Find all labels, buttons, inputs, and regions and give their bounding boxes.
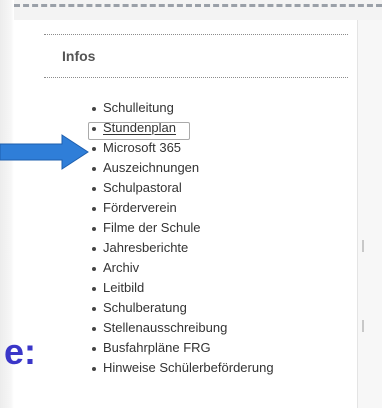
list-item-leitbild[interactable]: Leitbild (92, 278, 348, 298)
link-label[interactable]: Schulberatung (103, 300, 187, 315)
link-label[interactable]: Förderverein (103, 200, 177, 215)
link-label[interactable]: Busfahrpläne FRG (103, 340, 211, 355)
bullet-icon (92, 347, 96, 351)
list-item-schulpastoral[interactable]: Schulpastoral (92, 178, 348, 198)
bullet-icon (92, 307, 96, 311)
link-label[interactable]: Filme der Schule (103, 220, 201, 235)
list-item-schulleitung[interactable]: Schulleitung (92, 98, 348, 118)
annotation-partial-text: e: (4, 331, 37, 372)
link-label[interactable]: Hinweise Schülerbeförderung (103, 360, 274, 375)
link-label[interactable]: Leitbild (103, 280, 144, 295)
infos-widget: Infos Schulleitung Stundenplan Microsoft… (44, 20, 348, 408)
list-item-jahresberichte[interactable]: Jahresberichte (92, 238, 348, 258)
link-label[interactable]: Schulpastoral (103, 180, 182, 195)
bullet-icon (92, 287, 96, 291)
link-label[interactable]: Auszeichnungen (103, 160, 199, 175)
widget-title-divider (44, 77, 348, 78)
widget-title: Infos (62, 48, 96, 64)
right-edge-panel (357, 20, 382, 408)
link-label[interactable]: Stellenausschreibung (103, 320, 227, 335)
bullet-icon (92, 107, 96, 111)
list-item-stundenplan[interactable]: Stundenplan (92, 118, 348, 138)
bullet-icon (92, 247, 96, 251)
link-label[interactable]: Stundenplan (103, 120, 176, 135)
link-label[interactable]: Archiv (103, 260, 139, 275)
bullet-icon (92, 367, 96, 371)
link-label[interactable]: Jahresberichte (103, 240, 188, 255)
list-item-auszeichnungen[interactable]: Auszeichnungen (92, 158, 348, 178)
list-item-hinweise-schuelerbefoerderung[interactable]: Hinweise Schülerbeförderung (92, 358, 348, 378)
bullet-icon (92, 227, 96, 231)
bullet-icon (92, 327, 96, 331)
list-item-schulberatung[interactable]: Schulberatung (92, 298, 348, 318)
link-label[interactable]: Schulleitung (103, 100, 174, 115)
bullet-icon (92, 147, 96, 151)
bullet-icon (92, 207, 96, 211)
right-edge-mark (362, 240, 364, 252)
list-item-busfahrplaene-frg[interactable]: Busfahrpläne FRG (92, 338, 348, 358)
bullet-icon (92, 267, 96, 271)
top-banner (14, 0, 382, 20)
bullet-icon (92, 167, 96, 171)
top-dashed-border (14, 4, 382, 7)
list-item-stellenausschreibung[interactable]: Stellenausschreibung (92, 318, 348, 338)
link-label[interactable]: Microsoft 365 (103, 140, 181, 155)
list-item-microsoft-365[interactable]: Microsoft 365 (92, 138, 348, 158)
list-item-archiv[interactable]: Archiv (92, 258, 348, 278)
bullet-icon (92, 187, 96, 191)
pointer-arrow-icon (0, 134, 89, 170)
right-edge-mark (362, 320, 364, 332)
bullet-icon (92, 127, 96, 131)
list-item-filme-der-schule[interactable]: Filme der Schule (92, 218, 348, 238)
list-item-foerderverein[interactable]: Förderverein (92, 198, 348, 218)
